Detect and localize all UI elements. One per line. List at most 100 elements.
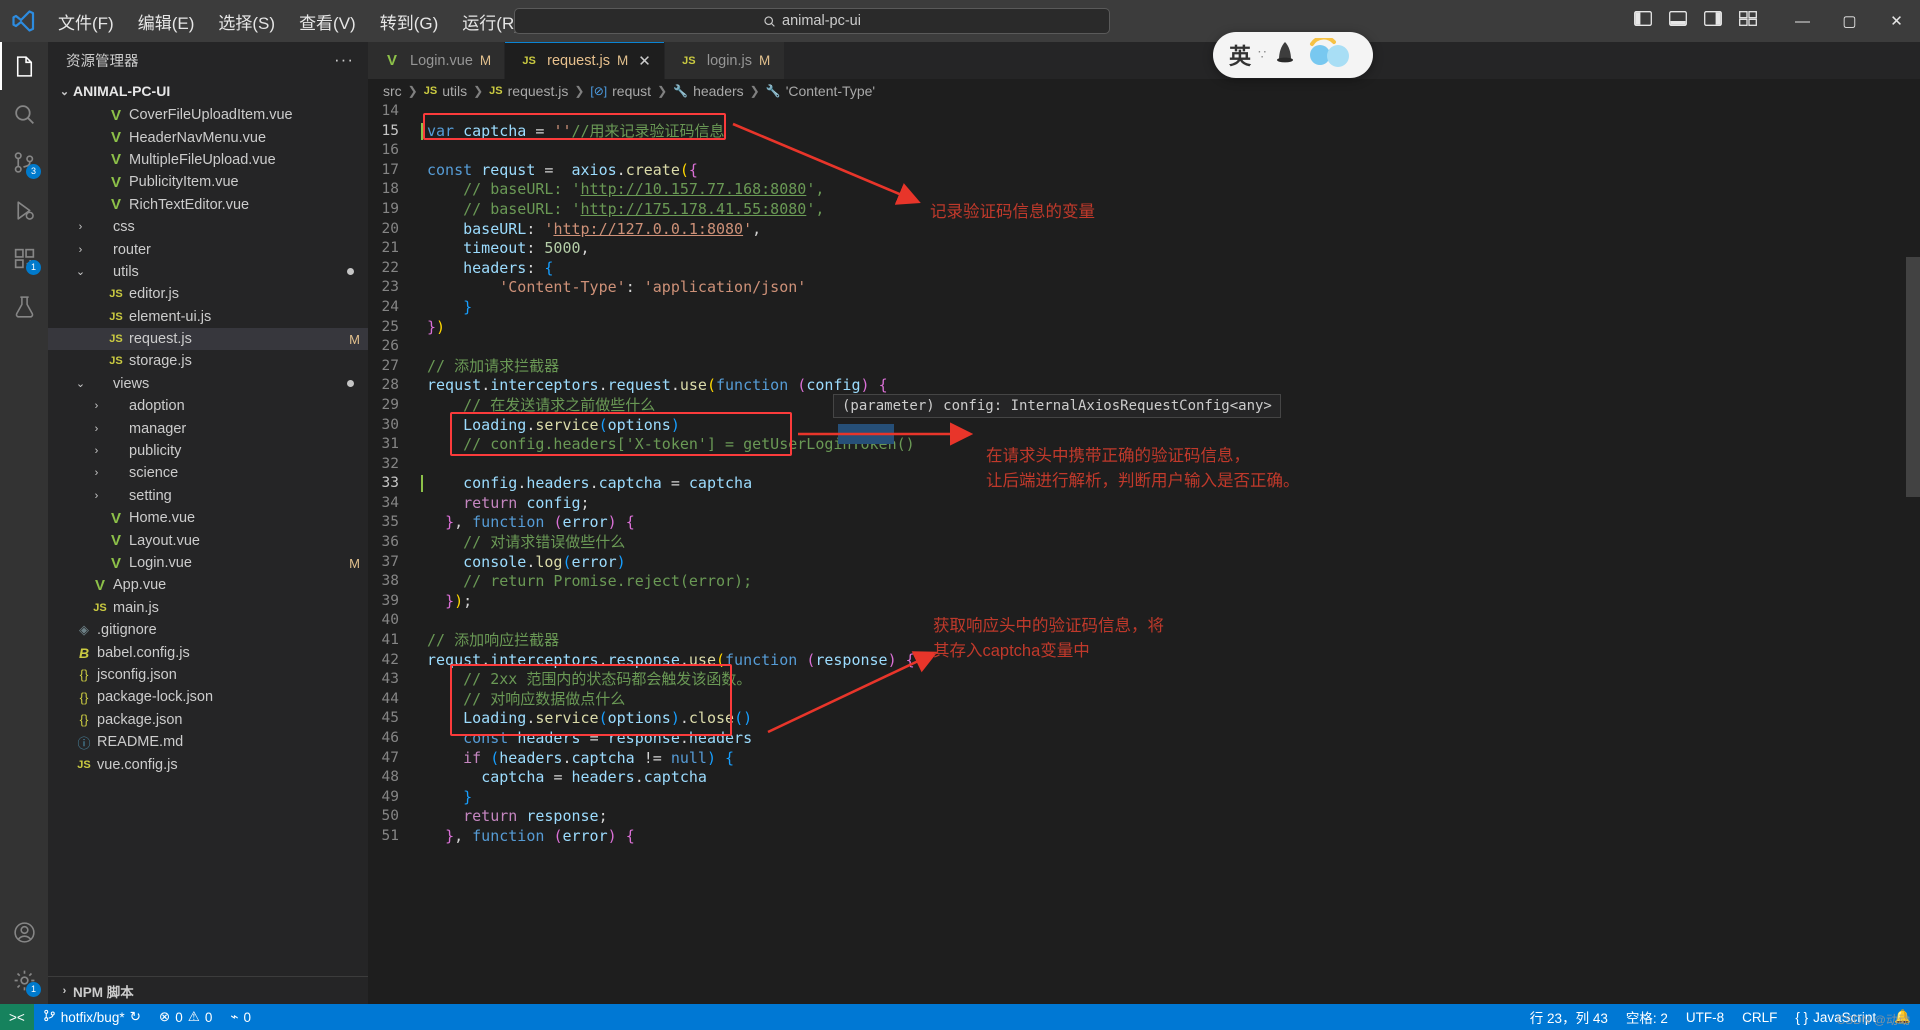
code-line-34[interactable]: 34 return config; [368, 494, 1920, 514]
code-line-20[interactable]: 20 baseURL: 'http://127.0.0.1:8080', [368, 220, 1920, 240]
breadcrumb-item-requst[interactable]: [⊘] requst [590, 83, 651, 99]
tree-item-coverfileuploaditem-vue[interactable]: V CoverFileUploadItem.vue [48, 104, 368, 126]
tree-item-element-ui-js[interactable]: JS element-ui.js [48, 306, 368, 328]
tree-item--gitignore[interactable]: ◈ .gitignore [48, 619, 368, 641]
code-line-46[interactable]: 46 const headers = response.headers [368, 729, 1920, 749]
code-line-27[interactable]: 27 // 添加请求拦截器 [368, 357, 1920, 377]
toggle-panel-icon[interactable] [1669, 11, 1687, 31]
customize-layout-icon[interactable] [1739, 11, 1757, 31]
workspace-root-row[interactable]: ⌄ ANIMAL-PC-UI [48, 78, 368, 104]
tree-item-richtexteditor-vue[interactable]: V RichTextEditor.vue [48, 194, 368, 216]
tree-item-package-json[interactable]: {} package.json [48, 709, 368, 731]
ime-hat-icon[interactable] [1273, 40, 1297, 71]
explorer-more-icon[interactable]: ··· [334, 50, 354, 70]
tree-item-vue-config-js[interactable]: JS vue.config.js [48, 753, 368, 775]
activity-source-control[interactable]: 3 [0, 138, 48, 186]
ports-indicator[interactable]: ⌁ 0 [221, 1004, 260, 1030]
menu-selection[interactable]: 选择(S) [206, 5, 287, 38]
tree-item-storage-js[interactable]: JS storage.js [48, 350, 368, 372]
tree-item-jsconfig-json[interactable]: {} jsconfig.json [48, 664, 368, 686]
editor-scrollbar-vertical[interactable] [1906, 257, 1920, 497]
activity-search[interactable] [0, 90, 48, 138]
ime-language-label[interactable]: 英 [1221, 39, 1251, 71]
activity-extensions[interactable]: 1 [0, 234, 48, 282]
tree-item-main-js[interactable]: JS main.js [48, 597, 368, 619]
code-line-30[interactable]: 30 Loading.service(options) [368, 416, 1920, 436]
tree-item-editor-js[interactable]: JS editor.js [48, 283, 368, 305]
tree-item-package-lock-json[interactable]: {} package-lock.json [48, 686, 368, 708]
code-line-19[interactable]: 19 // baseURL: 'http://175.178.41.55:808… [368, 200, 1920, 220]
activity-testing[interactable] [0, 282, 48, 330]
menu-file[interactable]: 文件(F) [46, 5, 126, 38]
code-line-24[interactable]: 24 } [368, 298, 1920, 318]
code-line-14[interactable]: 14 [368, 102, 1920, 122]
menu-go[interactable]: 转到(G) [368, 5, 451, 38]
tree-item-publicityitem-vue[interactable]: V PublicityItem.vue [48, 171, 368, 193]
code-line-40[interactable]: 40 [368, 611, 1920, 631]
tree-twisty-icon[interactable]: › [88, 445, 105, 457]
code-line-32[interactable]: 32 [368, 455, 1920, 475]
code-line-43[interactable]: 43 // 2xx 范围内的状态码都会触发该函数。 [368, 670, 1920, 690]
activity-run-debug[interactable] [0, 186, 48, 234]
code-line-49[interactable]: 49 } [368, 788, 1920, 808]
npm-scripts-section[interactable]: › NPM 脚本 [48, 976, 368, 1004]
activity-settings[interactable]: 1 [0, 956, 48, 1004]
tree-item-science[interactable]: › science [48, 462, 368, 484]
code-editor[interactable]: 14 15 var captcha = ''//用来记录验证码信息 16 17 con… [368, 102, 1920, 1004]
remote-indicator[interactable]: >< [0, 1004, 34, 1030]
tree-item-babel-config-js[interactable]: Bbabel.config.js [48, 641, 368, 663]
code-line-45[interactable]: 45 Loading.service(options).close() [368, 709, 1920, 729]
code-line-33[interactable]: 33 config.headers.captcha = captcha [368, 474, 1920, 494]
ime-logo-icon[interactable] [1304, 35, 1356, 73]
tree-twisty-icon[interactable]: › [88, 400, 105, 412]
code-line-37[interactable]: 37 console.log(error) [368, 553, 1920, 573]
tab-close-icon[interactable]: ✕ [638, 52, 651, 70]
ime-language-bar[interactable]: 英 ∵ [1213, 32, 1373, 78]
breadcrumb-item-utils[interactable]: JS utils [424, 83, 467, 99]
tree-item-multiplefileupload-vue[interactable]: V MultipleFileUpload.vue [48, 149, 368, 171]
maximize-button[interactable]: ▢ [1826, 0, 1873, 42]
minimize-button[interactable]: — [1779, 0, 1826, 42]
ime-punctuation-icon[interactable]: ∵ [1258, 47, 1266, 63]
indentation[interactable]: 空格: 2 [1617, 1004, 1677, 1030]
tree-item-request-js[interactable]: JS request.js M [48, 327, 368, 351]
file-tree[interactable]: V CoverFileUploadItem.vue V HeaderNavMenu.v… [48, 104, 368, 976]
code-line-42[interactable]: 42 requst.interceptors.response.use(funct… [368, 651, 1920, 671]
sync-icon[interactable]: ↻ [130, 1009, 141, 1025]
tab-request-js[interactable]: JS request.js M ✕ [505, 42, 665, 79]
menu-edit[interactable]: 编辑(E) [126, 5, 207, 38]
close-button[interactable]: ✕ [1873, 0, 1920, 42]
tree-item-views[interactable]: ⌄ views [48, 373, 368, 395]
tree-item-adoption[interactable]: › adoption [48, 395, 368, 417]
code-line-17[interactable]: 17 const requst = axios.create({ [368, 161, 1920, 181]
tree-twisty-icon[interactable]: › [88, 467, 105, 479]
code-line-18[interactable]: 18 // baseURL: 'http://10.157.77.168:808… [368, 180, 1920, 200]
tree-twisty-icon[interactable]: › [88, 490, 105, 502]
code-line-36[interactable]: 36 // 对请求错误做些什么 [368, 533, 1920, 553]
tree-item-css[interactable]: › css [48, 216, 368, 238]
menu-view[interactable]: 查看(V) [287, 5, 368, 38]
code-line-31[interactable]: 31 // config.headers['X-token'] = getUse… [368, 435, 1920, 455]
tree-twisty-icon[interactable]: › [72, 221, 89, 233]
code-line-23[interactable]: 23 'Content-Type': 'application/json' [368, 278, 1920, 298]
root-twisty-icon[interactable]: ⌄ [56, 85, 73, 98]
tree-twisty-icon[interactable]: ⌄ [72, 377, 89, 390]
code-line-21[interactable]: 21 timeout: 5000, [368, 239, 1920, 259]
encoding[interactable]: UTF-8 [1677, 1004, 1733, 1030]
breadcrumb-item--content-type-[interactable]: 🔧 'Content-Type' [766, 83, 875, 99]
line-ending[interactable]: CRLF [1733, 1004, 1786, 1030]
code-line-16[interactable]: 16 [368, 141, 1920, 161]
tab-login-js[interactable]: JS login.js M [664, 42, 785, 79]
breadcrumb-item-src[interactable]: src [383, 83, 402, 99]
tree-item-setting[interactable]: › setting [48, 485, 368, 507]
code-line-35[interactable]: 35 }, function (error) { [368, 513, 1920, 533]
code-content[interactable]: 14 15 var captcha = ''//用来记录验证码信息 16 17 con… [368, 102, 1920, 1004]
breadcrumb-item-request-js[interactable]: JS request.js [489, 83, 568, 99]
code-line-44[interactable]: 44 // 对响应数据做点什么 [368, 690, 1920, 710]
code-line-15[interactable]: 15 var captcha = ''//用来记录验证码信息 [368, 122, 1920, 142]
npm-twisty-icon[interactable]: › [56, 985, 73, 997]
tree-item-manager[interactable]: › manager [48, 417, 368, 439]
tab-login-vue[interactable]: V Login.vue M [368, 42, 506, 79]
tree-twisty-icon[interactable]: ⌄ [72, 265, 89, 278]
breadcrumb-item-headers[interactable]: 🔧 headers [673, 83, 744, 99]
